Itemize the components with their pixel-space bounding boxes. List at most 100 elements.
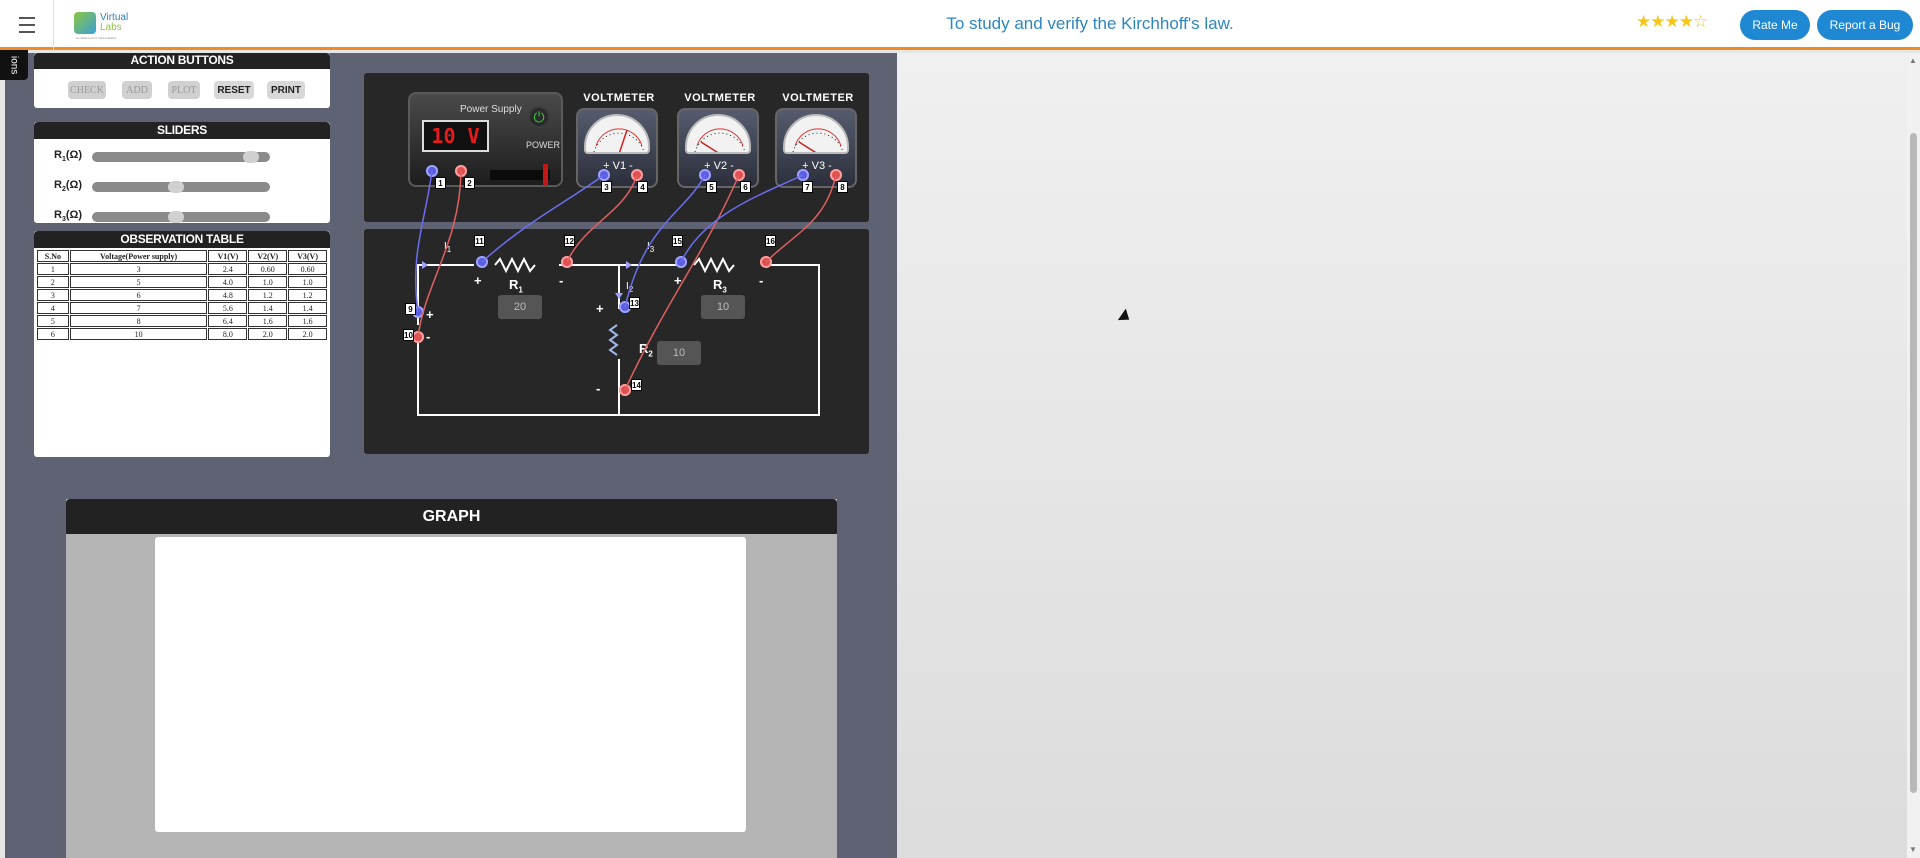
table-cell: 8: [69, 315, 208, 327]
print-button[interactable]: PRINT: [267, 81, 305, 99]
action-buttons-title: ACTION BUTTONS: [34, 53, 330, 69]
scroll-up-icon[interactable]: ▲: [1909, 56, 1917, 65]
observation-table: S.No Voltage(Power supply) V1(V) V2(V) V3(V)…: [36, 249, 328, 341]
plus-sign: +: [674, 273, 682, 288]
table-cell: 2: [37, 276, 69, 288]
slider-r2-track[interactable]: [92, 181, 270, 193]
slider-r3-knob[interactable]: [168, 211, 185, 223]
plus-sign: +: [426, 307, 434, 322]
slider-r1-knob[interactable]: [242, 151, 259, 163]
table-cell: 1.6: [248, 315, 288, 327]
current-i1-label: I1: [444, 241, 452, 254]
current-i2-label: I2: [626, 281, 634, 294]
r2-label: R2: [639, 341, 653, 359]
table-cell: 0.60: [248, 263, 288, 275]
table-cell: 5: [37, 315, 69, 327]
sliders-title: SLIDERS: [34, 122, 330, 139]
plus-sign: +: [596, 301, 604, 316]
minus-sign: -: [559, 273, 564, 288]
table-cell: 6: [69, 289, 208, 301]
reset-button[interactable]: RESET: [214, 81, 254, 99]
r3-label: R3: [713, 277, 727, 295]
table-header-cell: V3(V): [288, 250, 327, 262]
plot-button[interactable]: PLOT: [168, 81, 200, 99]
table-cell: 2.4: [208, 263, 248, 275]
graph-panel: GRAPH: [66, 499, 837, 858]
virtual-labs-logo[interactable]: Virtual Labs An MoE Govt of India Initiat…: [74, 6, 136, 40]
slider-r1: R1(Ω): [54, 146, 314, 164]
plus-sign: +: [474, 273, 482, 288]
circuit-wires: [417, 256, 820, 416]
table-row: 5 8 6.4 1.6 1.6: [37, 315, 327, 327]
r3-value: 10: [701, 295, 745, 319]
slider-r2: R2(Ω): [54, 176, 314, 194]
logo-mark-icon: [74, 12, 96, 34]
simulation-area: ACTION BUTTONS CHECK ADD PLOT RESET PRIN…: [5, 53, 897, 858]
observation-table-panel: OBSERVATION TABLE S.No Voltage(Power supp…: [34, 231, 330, 457]
rate-me-button[interactable]: Rate Me: [1740, 10, 1810, 40]
table-cell: 8.0: [208, 328, 248, 340]
action-buttons-panel: ACTION BUTTONS CHECK ADD PLOT RESET PRIN…: [34, 53, 330, 108]
power-supply: Power Supply 10 V ⏻ POWER: [408, 92, 563, 187]
graph-canvas: [155, 537, 746, 832]
voltmeter-v1-title: VOLTMETER: [583, 92, 655, 104]
power-supply-display: 10 V: [422, 120, 489, 152]
table-header-cell: V2(V): [248, 250, 288, 262]
voltmeter-dial-icon: [584, 114, 650, 154]
voltmeter-v3: VOLTMETER + V3 -: [775, 92, 861, 188]
table-cell: 1.2: [288, 289, 327, 301]
table-row: 6 10 8.0 2.0 2.0: [37, 328, 327, 340]
r1-value: 20: [498, 295, 542, 319]
table-cell: 0.60: [288, 263, 327, 275]
table-cell: 2.0: [248, 328, 288, 340]
scroll-down-icon[interactable]: ▼: [1909, 845, 1917, 854]
table-header-row: S.No Voltage(Power supply) V1(V) V2(V) V3(V): [37, 250, 327, 262]
table-cell: 6: [37, 328, 69, 340]
report-bug-button[interactable]: Report a Bug: [1817, 10, 1913, 40]
instruments-panel: Power Supply 10 V ⏻ POWER VOLTMETER + V1…: [364, 73, 869, 222]
slider-r2-knob[interactable]: [168, 181, 185, 193]
menu-icon[interactable]: [0, 0, 54, 50]
table-row: 4 7 5.6 1.4 1.4: [37, 302, 327, 314]
table-cell: 1.6: [288, 315, 327, 327]
table-cell: 4: [37, 302, 69, 314]
table-row: 2 5 4.0 1.0 1.0: [37, 276, 327, 288]
slider-r1-track[interactable]: [92, 151, 270, 163]
voltmeter-v2: VOLTMETER + V2 -: [677, 92, 763, 188]
table-cell: 1.2: [248, 289, 288, 301]
add-button[interactable]: ADD: [122, 81, 152, 99]
instructions-side-tab[interactable]: ions: [0, 50, 28, 80]
right-empty-area: [897, 53, 1907, 858]
minus-sign: -: [426, 329, 431, 344]
minus-sign: -: [759, 273, 764, 288]
table-cell: 1: [37, 263, 69, 275]
graph-title: GRAPH: [66, 499, 837, 534]
table-cell: 7: [69, 302, 208, 314]
table-cell: 1.0: [248, 276, 288, 288]
power-label: POWER: [526, 140, 561, 150]
r2-value: 10: [657, 341, 701, 365]
table-cell: 10: [69, 328, 208, 340]
table-cell: 1.0: [288, 276, 327, 288]
power-knob-slot[interactable]: [490, 164, 550, 186]
scroll-thumb[interactable]: [1910, 133, 1917, 793]
slider-r3-label: R3(Ω): [54, 209, 83, 223]
page-title: To study and verify the Kirchhoff's law.: [946, 14, 1234, 33]
table-header-cell: S.No: [37, 250, 69, 262]
logo-tagline: An MoE Govt of India Initiative: [76, 36, 117, 40]
observation-table-title: OBSERVATION TABLE: [34, 231, 330, 248]
slider-r3-track[interactable]: [92, 211, 270, 223]
table-cell: 5.6: [208, 302, 248, 314]
slider-r1-label: R1(Ω): [54, 149, 83, 164]
voltmeter-v2-label: + V2 -: [704, 160, 734, 172]
voltmeter-dial-icon: [783, 114, 849, 154]
table-cell: 1.4: [248, 302, 288, 314]
power-icon[interactable]: ⏻: [528, 106, 550, 128]
voltmeter-v1-label: + V1 -: [603, 160, 633, 172]
rating-stars-icon[interactable]: ★★★★☆: [1636, 12, 1708, 32]
voltmeter-v3-title: VOLTMETER: [782, 92, 854, 104]
check-button[interactable]: CHECK: [68, 81, 106, 99]
r1-label: R1: [509, 277, 523, 295]
scrollbar[interactable]: ▲ ▼: [1907, 53, 1920, 858]
table-row: 3 6 4.8 1.2 1.2: [37, 289, 327, 301]
